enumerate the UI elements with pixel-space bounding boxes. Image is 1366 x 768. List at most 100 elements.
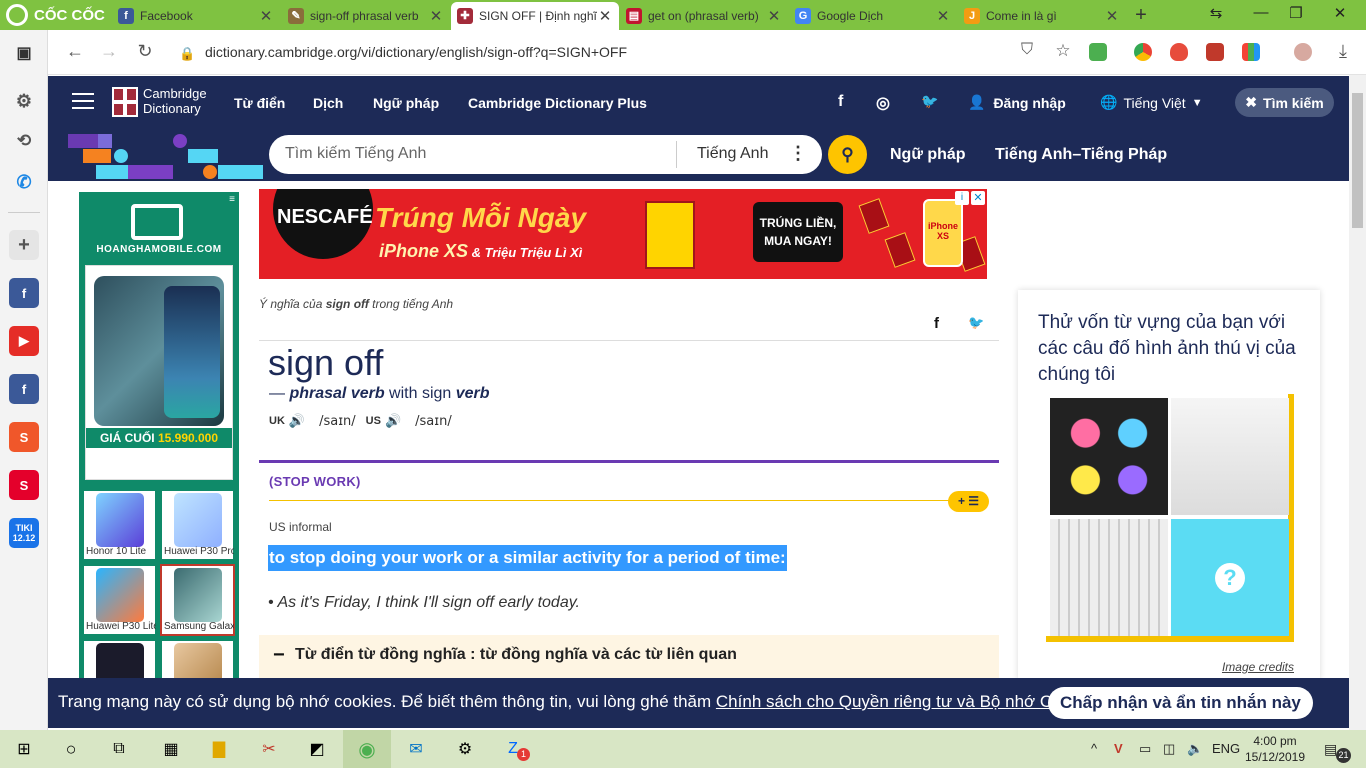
- extension-color-icon[interactable]: [1242, 43, 1260, 61]
- pos-label-2[interactable]: verb: [456, 385, 490, 402]
- ad-hero-product[interactable]: GIÁ CUỐI 15.990.000: [85, 265, 233, 480]
- facebook-icon[interactable]: f: [838, 93, 843, 111]
- tray-clock[interactable]: 4:00 pm 15/12/2019: [1238, 733, 1312, 765]
- snipping-tool-icon[interactable]: ✂: [256, 737, 282, 761]
- dictionary-selector[interactable]: Tiếng Anh: [697, 145, 768, 163]
- search-input[interactable]: [285, 143, 665, 165]
- coccoc-logo[interactable]: CỐC CỐC: [0, 0, 112, 30]
- quiz-sketchbook-image[interactable]: [1050, 519, 1168, 636]
- tray-language[interactable]: ENG: [1212, 741, 1240, 756]
- sendo-icon[interactable]: S: [9, 470, 39, 500]
- thesaurus-toggle[interactable]: − Từ điển từ đồng nghĩa : từ đồng nghĩa …: [259, 635, 999, 678]
- nav-dictionary[interactable]: Từ điển: [234, 95, 285, 111]
- extension-red-icon[interactable]: [1206, 43, 1224, 61]
- settings-gear-icon[interactable]: ⚙: [9, 86, 39, 116]
- tray-chevron-up-icon[interactable]: ^: [1091, 741, 1097, 756]
- instagram-icon[interactable]: ◎: [876, 93, 890, 113]
- windows-start-icon[interactable]: ⊞: [11, 737, 37, 761]
- ad-product-thumb[interactable]: Huawei P30 Lite: [82, 564, 157, 636]
- close-tab-icon[interactable]: ✕: [258, 7, 274, 25]
- picture-quiz-widget[interactable]: Thử vốn từ vựng của bạn với các câu đố h…: [1018, 290, 1320, 680]
- forward-arrow-icon[interactable]: →: [98, 41, 120, 62]
- ad-close-icon[interactable]: ✕: [971, 191, 985, 205]
- ad-product-thumb[interactable]: [160, 639, 235, 683]
- close-tab-icon[interactable]: ✕: [766, 7, 782, 25]
- tab-come-in[interactable]: J Come in là gì ✕: [958, 2, 1126, 30]
- bookmark-star-icon[interactable]: ☆: [1052, 41, 1074, 61]
- nav-dictionary-plus[interactable]: Cambridge Dictionary Plus: [468, 95, 647, 111]
- coccoc-taskbar-icon[interactable]: ◉: [343, 730, 391, 768]
- messenger-icon[interactable]: ✆: [9, 167, 39, 197]
- restore-tabs-icon[interactable]: ⇆: [1206, 4, 1226, 22]
- tab-facebook[interactable]: f Facebook ✕: [112, 2, 280, 30]
- new-tab-plus-icon[interactable]: +: [1131, 4, 1151, 27]
- reload-icon[interactable]: ↻: [134, 41, 156, 62]
- tray-v-icon[interactable]: V: [1114, 741, 1123, 756]
- quiz-sewing-machine-image[interactable]: [1171, 398, 1289, 515]
- ad-product-thumb[interactable]: Samsung Galaxy: [160, 564, 235, 636]
- ad-menu-icon[interactable]: ≡: [229, 194, 235, 205]
- zalo-icon[interactable]: Z1: [500, 737, 530, 761]
- us-audio-speaker-icon[interactable]: 🔊: [385, 413, 401, 429]
- english-french-link[interactable]: Tiếng Anh–Tiếng Pháp: [995, 146, 1167, 164]
- menu-hamburger-icon[interactable]: [72, 93, 94, 111]
- quiz-paints-image[interactable]: [1050, 398, 1168, 515]
- definition[interactable]: to stop doing your work or a similar act…: [268, 545, 787, 571]
- share-facebook-icon[interactable]: f: [934, 315, 939, 332]
- tray-battery-icon[interactable]: ▭: [1139, 741, 1151, 757]
- tab-sign-off-phrasal-verb[interactable]: ✎ sign-off phrasal verb ✕: [282, 2, 450, 30]
- banner-cta[interactable]: TRÚNG LIỀN, MUA NGAY!: [753, 202, 843, 262]
- sidebar-toggle-icon[interactable]: ▣: [9, 38, 39, 68]
- nescafe-banner-ad[interactable]: NESCAFÉ Trúng Mỗi Ngày iPhone XS & Triệu…: [259, 189, 987, 279]
- nav-grammar[interactable]: Ngữ pháp: [373, 95, 439, 111]
- history-icon[interactable]: ⟲: [9, 126, 39, 156]
- back-arrow-icon[interactable]: ←: [64, 41, 86, 62]
- page-scrollbar[interactable]: [1349, 75, 1366, 730]
- hoanghamobile-ad[interactable]: ≡ HOANGHAMOBILE.COM GIÁ CUỐI 15.990.000 …: [79, 192, 239, 683]
- add-app-icon[interactable]: +: [9, 230, 39, 260]
- paint-app-icon[interactable]: ▦: [158, 737, 184, 761]
- close-tab-icon[interactable]: ✕: [428, 7, 444, 25]
- shield-icon[interactable]: ⛉: [1016, 41, 1038, 59]
- profile-avatar[interactable]: [1294, 43, 1312, 61]
- maximize-icon[interactable]: ❐: [1286, 4, 1306, 22]
- task-view-icon[interactable]: ⧉: [106, 737, 132, 761]
- twitter-icon[interactable]: 🐦: [921, 93, 938, 110]
- ad-info-icon[interactable]: i: [955, 191, 969, 205]
- search-icon[interactable]: ⚲: [828, 135, 867, 174]
- cambridge-crest-icon[interactable]: [112, 87, 138, 117]
- ad-product-thumb[interactable]: Huawei P30 Pro: [160, 489, 235, 561]
- chrome-extension-icon[interactable]: [1134, 43, 1152, 61]
- search-toggle-button[interactable]: ✖ Tìm kiếm: [1235, 88, 1334, 117]
- tab-google-dich[interactable]: G Google Dịch ✕: [789, 2, 957, 30]
- minimize-icon[interactable]: —: [1251, 4, 1271, 21]
- sticky-app-icon[interactable]: ◩: [304, 737, 330, 761]
- tab-sign-off-cambridge[interactable]: ✚ SIGN OFF | Định nghĩa ✕: [451, 2, 619, 30]
- close-window-icon[interactable]: ✕: [1330, 4, 1350, 22]
- outlook-icon[interactable]: ✉: [403, 737, 429, 761]
- facebook-icon[interactable]: f: [9, 374, 39, 404]
- settings-app-icon[interactable]: ⚙: [452, 737, 478, 761]
- close-tab-icon[interactable]: ✕: [1104, 7, 1120, 25]
- youtube-icon[interactable]: ▶: [9, 326, 39, 356]
- quiz-mystery-image[interactable]: ?: [1171, 519, 1289, 636]
- download-extension-icon[interactable]: [1089, 43, 1107, 61]
- ad-product-thumb[interactable]: Honor 10 Lite: [82, 489, 157, 561]
- ad-product-thumb[interactable]: [82, 639, 157, 683]
- grammar-link[interactable]: Ngữ pháp: [890, 146, 966, 164]
- tray-volume-icon[interactable]: 🔈: [1187, 741, 1203, 757]
- file-explorer-icon[interactable]: ▇: [206, 737, 232, 761]
- collapse-minus-icon[interactable]: −: [273, 644, 285, 667]
- close-tab-icon[interactable]: ✕: [597, 7, 613, 25]
- shopee-icon[interactable]: S: [9, 422, 39, 452]
- facebook-icon[interactable]: f: [9, 278, 39, 308]
- image-credits-link[interactable]: Image credits: [1222, 660, 1294, 674]
- uk-audio-speaker-icon[interactable]: 🔊: [289, 413, 305, 429]
- privacy-policy-link[interactable]: Chính sách cho Quyền riêng tư và Bộ nhớ …: [716, 692, 1101, 711]
- close-tab-icon[interactable]: ✕: [935, 7, 951, 25]
- tiki-icon[interactable]: TIKI 12.12: [9, 518, 39, 548]
- nav-translate[interactable]: Dịch: [313, 95, 343, 111]
- scrollbar-thumb[interactable]: [1352, 93, 1363, 228]
- tray-network-icon[interactable]: ◫: [1163, 741, 1175, 757]
- cortana-search-icon[interactable]: ○: [58, 737, 84, 761]
